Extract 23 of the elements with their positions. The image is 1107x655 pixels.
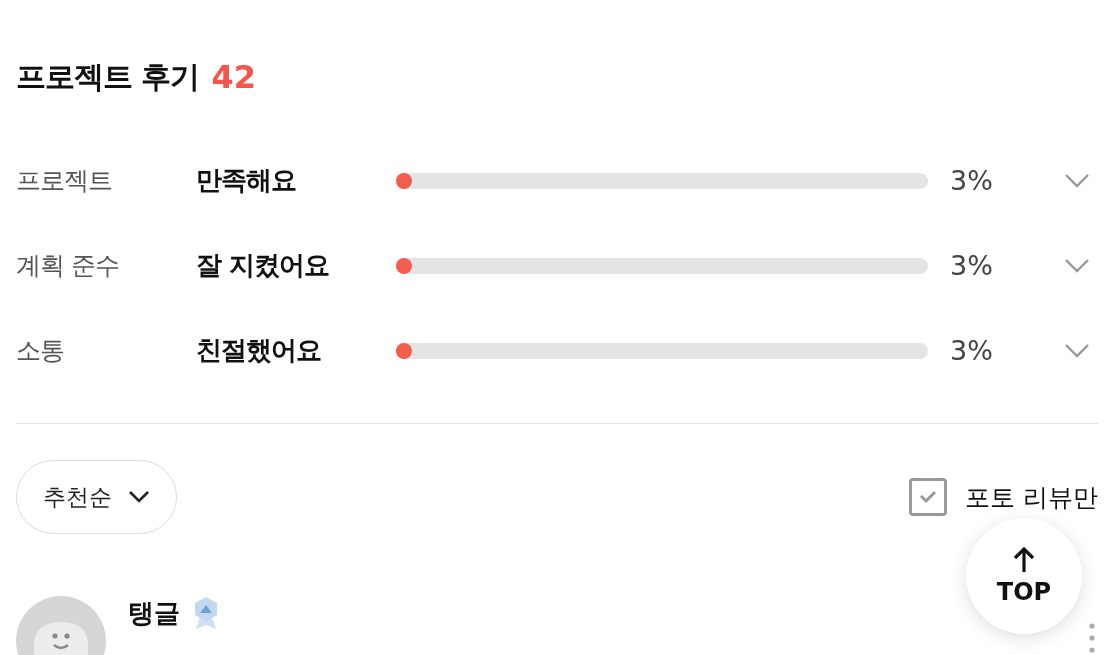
reviewer-name: 탱글	[128, 596, 180, 630]
rating-category: 소통	[16, 335, 65, 367]
photo-filter-checkbox[interactable]: 포토 리뷰만	[909, 478, 1098, 516]
section-title: 프로젝트 후기	[16, 57, 200, 96]
rating-answer: 친절했어요	[196, 334, 322, 367]
sort-dropdown[interactable]: 추천순	[16, 460, 177, 534]
expand-button[interactable]	[1064, 342, 1090, 359]
up-arrow-icon	[1012, 546, 1036, 574]
rating-answer: 만족해요	[196, 164, 297, 197]
expand-button[interactable]	[1064, 257, 1090, 274]
percent-value: 3%	[950, 250, 994, 281]
rating-category: 계획 준수	[16, 250, 120, 282]
check-icon	[919, 490, 938, 504]
percent-value: 3%	[950, 335, 994, 366]
rating-category: 프로젝트	[16, 165, 113, 197]
rating-answer: 잘 지켰어요	[196, 249, 331, 282]
more-options-button[interactable]	[1089, 623, 1095, 653]
caret-icon	[128, 490, 150, 504]
badge-icon	[192, 595, 220, 631]
percent-value: 3%	[950, 165, 994, 196]
expand-button[interactable]	[1064, 172, 1090, 189]
review-count: 42	[211, 58, 256, 96]
scroll-to-top-button[interactable]: TOP	[966, 518, 1082, 634]
